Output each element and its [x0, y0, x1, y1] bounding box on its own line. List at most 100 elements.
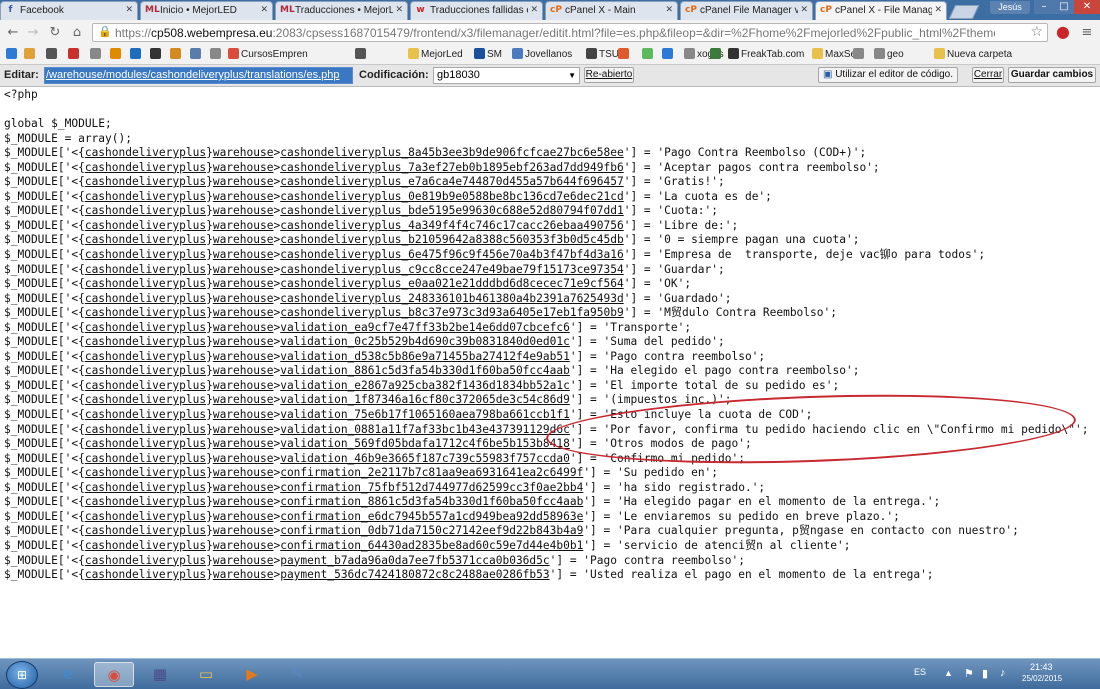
- bookmark-item[interactable]: [90, 47, 103, 62]
- close-button[interactable]: Cerrar: [972, 67, 1004, 83]
- metro-apps-icon[interactable]: ▦: [140, 662, 180, 687]
- bookmark-item[interactable]: [46, 47, 59, 62]
- code-line: $_MODULE['<{cashondeliveryplus}warehouse…: [4, 378, 840, 392]
- file-path-input[interactable]: /warehouse/modules/cashondeliveryplus/tr…: [44, 67, 353, 84]
- close-window-button[interactable]: ✕: [1074, 0, 1100, 14]
- bookmark-icon: [474, 48, 485, 59]
- reload-icon[interactable]: ↻: [46, 24, 64, 41]
- forward-icon[interactable]: →: [24, 24, 42, 41]
- clock-time[interactable]: 21:43: [1030, 662, 1053, 672]
- code-line: $_MODULE['<{cashondeliveryplus}warehouse…: [4, 175, 725, 189]
- close-tab-icon[interactable]: ✕: [395, 2, 403, 19]
- profile-button[interactable]: Jesús: [990, 1, 1030, 14]
- media-player-icon[interactable]: ▶: [232, 662, 272, 687]
- maximize-button[interactable]: □: [1054, 0, 1074, 14]
- code-line: $_MODULE['<{cashondeliveryplus}warehouse…: [4, 364, 860, 378]
- language-indicator[interactable]: ES: [914, 667, 926, 677]
- code-line: $_MODULE['<{cashondeliveryplus}warehouse…: [4, 437, 752, 451]
- bookmark-icon: [110, 48, 121, 59]
- bookmark-icon: [586, 48, 597, 59]
- bookmark-icon: [46, 48, 57, 59]
- reopen-button[interactable]: Re-abierto: [584, 67, 634, 83]
- bookmark-icon: [853, 48, 864, 59]
- paint-icon[interactable]: ✎: [278, 662, 318, 687]
- bookmark-item[interactable]: [24, 47, 37, 62]
- encoding-select[interactable]: gb18030 ▼: [433, 67, 580, 84]
- network-icon[interactable]: ▮: [982, 667, 988, 680]
- extension-icon[interactable]: ⬤: [1054, 24, 1072, 41]
- code-line: $_MODULE['<{cashondeliveryplus}warehouse…: [4, 422, 1089, 436]
- bookmark-icon: [228, 48, 239, 59]
- bookmark-item[interactable]: [68, 47, 81, 62]
- code-line: $_MODULE['<{cashondeliveryplus}warehouse…: [4, 306, 837, 320]
- bookmark-item[interactable]: [170, 47, 183, 62]
- navigation-bar: ← → ↻ ⌂ 🔒 https://cp508.webempresa.eu:20…: [0, 20, 1100, 45]
- browser-tab[interactable]: ML Inicio • MejorLED ✕: [140, 1, 273, 20]
- close-tab-icon[interactable]: ✕: [125, 2, 133, 19]
- star-icon[interactable]: ☆: [1030, 24, 1043, 40]
- code-line: $_MODULE['<{cashondeliveryplus}warehouse…: [4, 568, 934, 582]
- bookmark-item[interactable]: [150, 47, 163, 62]
- bookmark-sm[interactable]: SM: [474, 47, 502, 62]
- browser-tab[interactable]: f Facebook ✕: [0, 1, 138, 20]
- flag-icon[interactable]: ⚑: [964, 667, 974, 680]
- file-explorer-icon[interactable]: ▭: [186, 662, 226, 687]
- bookmark-item[interactable]: [853, 47, 866, 62]
- close-tab-icon[interactable]: ✕: [260, 2, 268, 19]
- bookmark-item[interactable]: [190, 47, 203, 62]
- code-line: $_MODULE['<{cashondeliveryplus}warehouse…: [4, 160, 880, 174]
- bookmark-item[interactable]: [110, 47, 123, 62]
- close-tab-icon[interactable]: ✕: [934, 2, 942, 19]
- browser-tab[interactable]: cP cPanel File Manager v3 ✕: [680, 1, 813, 20]
- bookmark-cursosempren[interactable]: CursosEmpren: [228, 47, 308, 62]
- save-button[interactable]: Guardar cambios: [1008, 67, 1096, 83]
- browser-tab[interactable]: ML Traducciones • MejorL ✕: [275, 1, 408, 20]
- bookmark-item[interactable]: [210, 47, 223, 62]
- back-icon[interactable]: ←: [4, 24, 22, 41]
- editor-toolbar: Editar: /warehouse/modules/cashondeliver…: [0, 65, 1100, 87]
- start-button[interactable]: ⊞: [6, 661, 38, 689]
- cpanel-icon: cP: [820, 5, 832, 15]
- bookmark-icon: [150, 48, 161, 59]
- bookmark-jovellanos[interactable]: Jovellanos: [512, 47, 572, 62]
- code-line: $_MODULE['<{cashondeliveryplus}warehouse…: [4, 480, 766, 494]
- code-textarea[interactable]: <?php global $_MODULE; $_MODULE = array();…: [4, 88, 1094, 650]
- bookmark-mejorled[interactable]: MejorLed: [408, 47, 463, 62]
- home-icon[interactable]: ⌂: [68, 24, 86, 41]
- bookmark-nueva-carpeta[interactable]: Nueva carpeta: [934, 47, 1012, 62]
- bookmark-item[interactable]: [6, 47, 19, 62]
- bookmark-item[interactable]: [710, 47, 723, 62]
- bookmark-icon: [355, 48, 366, 59]
- tray-arrow-icon[interactable]: ▲: [944, 668, 953, 678]
- facebook-icon: f: [8, 5, 13, 15]
- volume-icon[interactable]: ♪: [1000, 667, 1006, 679]
- tab-title: cPanel X - File Manag: [835, 5, 932, 16]
- code-editor-button[interactable]: ▣ Utilizar el editor de código.: [818, 67, 958, 83]
- cpanel-icon: cP: [550, 5, 562, 15]
- code-line: $_MODULE['<{cashondeliveryplus}warehouse…: [4, 189, 772, 203]
- bookmark-item[interactable]: [618, 47, 631, 62]
- windows-taskbar: ⊞ e ◉ ▦ ▭ ▶ ✎ ES ▲ ⚑ ▮ ♪ 21:43 25/02/2015: [0, 658, 1100, 689]
- address-bar[interactable]: 🔒 https://cp508.webempresa.eu:2083/cpses…: [92, 23, 1048, 42]
- menu-icon[interactable]: ≡: [1078, 24, 1096, 41]
- bookmark-item[interactable]: [130, 47, 143, 62]
- browser-tab[interactable]: cP cPanel X - File Manag ✕: [815, 1, 947, 20]
- bookmark-item[interactable]: [355, 47, 368, 62]
- cpanel-icon: cP: [685, 5, 697, 15]
- bookmark-item[interactable]: [642, 47, 655, 62]
- code-line: $_MODULE['<{cashondeliveryplus}warehouse…: [4, 538, 851, 552]
- browser-tab[interactable]: cP cPanel X - Main ✕: [545, 1, 678, 20]
- minimize-button[interactable]: –: [1034, 0, 1054, 14]
- close-tab-icon[interactable]: ✕: [800, 2, 808, 19]
- chrome-icon[interactable]: ◉: [94, 662, 134, 687]
- bookmark-geo[interactable]: geo: [874, 47, 904, 62]
- internet-explorer-icon[interactable]: e: [48, 662, 88, 687]
- bookmark-freaktab-com[interactable]: FreakTab.com: [728, 47, 804, 62]
- browser-tab[interactable]: w Traducciones fallidas e ✕: [410, 1, 543, 20]
- close-tab-icon[interactable]: ✕: [530, 2, 538, 19]
- bookmark-label: geo: [887, 49, 904, 60]
- bookmark-item[interactable]: [662, 47, 675, 62]
- close-tab-icon[interactable]: ✕: [665, 2, 673, 19]
- bookmark-icon: [684, 48, 695, 59]
- clock-date[interactable]: 25/02/2015: [1022, 674, 1062, 683]
